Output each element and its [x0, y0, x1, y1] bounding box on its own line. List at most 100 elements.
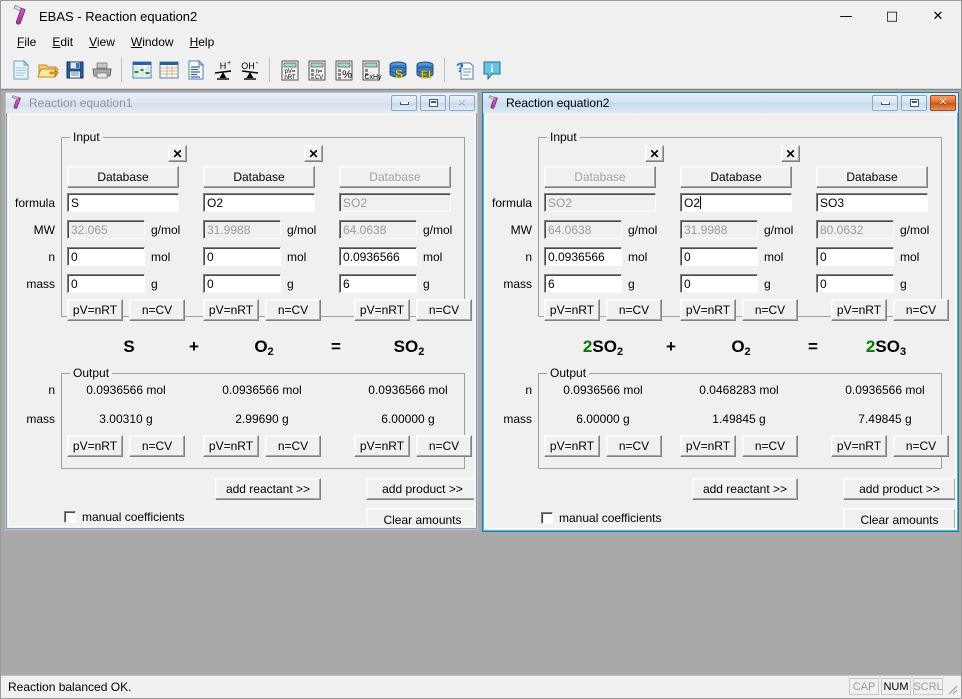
help-button[interactable]: ?: [451, 56, 478, 84]
n-cv-button-out-2-1[interactable]: n=CV: [606, 435, 662, 457]
database-button-1-2[interactable]: Database: [203, 166, 315, 188]
percent-button[interactable]: %: [330, 56, 357, 84]
clear-amounts-button-1[interactable]: Clear amounts: [366, 508, 475, 527]
pv-nrt-button[interactable]: pV= nRT: [276, 56, 303, 84]
child-close-button-2[interactable]: ✕: [930, 95, 956, 111]
n-cv-button-out-1-3[interactable]: n=CV: [416, 435, 472, 457]
clear-column-button-2-1[interactable]: ✕: [645, 145, 664, 162]
n-cv-button-out-2-2[interactable]: n=CV: [742, 435, 798, 457]
n-cv-button-in-1-1[interactable]: n=CV: [129, 299, 185, 321]
formula-input-1-3[interactable]: SO2: [339, 193, 451, 212]
n-cv-button-in-2-2[interactable]: n=CV: [742, 299, 798, 321]
add-reactant-button-2[interactable]: add reactant >>: [692, 478, 798, 500]
pv-nrt-button-in-2-1[interactable]: pV=nRT: [544, 299, 600, 321]
mass-row-label-2: mass: [486, 277, 532, 291]
open-file-button[interactable]: [34, 56, 61, 84]
about-button[interactable]: i: [478, 56, 505, 84]
menu-file[interactable]: File: [9, 33, 44, 51]
n-cv-button-in-2-1[interactable]: n=CV: [606, 299, 662, 321]
database-button-2-2[interactable]: Database: [680, 166, 792, 188]
pv-nrt-button-in-1-3[interactable]: pV=nRT: [354, 299, 410, 321]
mdi-window-reaction-equation-2[interactable]: Reaction equation2 ✕ Input ✕ ✕ Database …: [482, 92, 959, 532]
minimize-button[interactable]: —: [823, 1, 869, 31]
ph-base-button[interactable]: OH -: [236, 56, 263, 84]
clear-column-button-1-1[interactable]: ✕: [168, 145, 187, 162]
mdi-window-reaction-equation-1[interactable]: Reaction equation1 ✕ Input ✕ ✕ Database …: [5, 92, 478, 530]
child-close-button-1[interactable]: ✕: [449, 95, 475, 111]
menu-view[interactable]: View: [81, 33, 123, 51]
cxhy-button[interactable]: CxHy: [357, 56, 384, 84]
formula-input-2-2[interactable]: O2: [680, 193, 792, 212]
add-product-button-1[interactable]: add product >>: [366, 478, 475, 500]
minimize-icon: —: [840, 10, 853, 23]
mass-input-1-3[interactable]: 6: [339, 274, 417, 293]
pv-nrt-button-out-2-3[interactable]: pV=nRT: [831, 435, 887, 457]
child-title-bar-1[interactable]: Reaction equation1 ✕: [6, 93, 477, 113]
menu-help[interactable]: Help: [182, 33, 223, 51]
print-button[interactable]: [88, 56, 115, 84]
menu-window[interactable]: Window: [123, 33, 182, 51]
pv-nrt-button-out-1-3[interactable]: pV=nRT: [354, 435, 410, 457]
close-button[interactable]: ✕: [915, 1, 961, 31]
n-input-1-1[interactable]: 0: [67, 247, 145, 266]
mass-input-2-3[interactable]: 0: [816, 274, 894, 293]
formula-input-2-1[interactable]: SO2: [544, 193, 656, 212]
n-input-1-3[interactable]: 0.0936566: [339, 247, 417, 266]
output-n-1-3: 0.0936566 mol: [349, 383, 467, 397]
add-product-button-2[interactable]: add product >>: [843, 478, 956, 500]
add-reactant-button-1[interactable]: add reactant >>: [215, 478, 321, 500]
n-cv-button-in-1-3[interactable]: n=CV: [416, 299, 472, 321]
spreadsheet-green-button[interactable]: [128, 56, 155, 84]
pv-nrt-button-out-1-2[interactable]: pV=nRT: [203, 435, 259, 457]
formula-input-1-1[interactable]: S: [67, 193, 179, 212]
output-n-2-1: 0.0936566 mol: [544, 383, 662, 397]
mass-input-2-1[interactable]: 6: [544, 274, 622, 293]
clear-amounts-button-2[interactable]: Clear amounts: [843, 508, 956, 529]
maximize-button[interactable]: □: [869, 1, 915, 31]
manual-coefficients-checkbox-2[interactable]: manual coefficients: [541, 511, 662, 525]
child-minimize-button-2[interactable]: [872, 95, 898, 111]
pv-nrt-button-in-1-2[interactable]: pV=nRT: [203, 299, 259, 321]
n-cv-button-out-1-1[interactable]: n=CV: [129, 435, 185, 457]
spreadsheet-green-icon: [131, 59, 153, 81]
save-button[interactable]: [61, 56, 88, 84]
clear-column-button-1-2[interactable]: ✕: [304, 145, 323, 162]
formula-input-1-2[interactable]: O2: [203, 193, 315, 212]
resize-grip-icon[interactable]: [945, 682, 959, 696]
database-button-1-1[interactable]: Database: [67, 166, 179, 188]
pv-nrt-button-in-1-1[interactable]: pV=nRT: [67, 299, 123, 321]
database-button-2-3[interactable]: Database: [816, 166, 928, 188]
n-cv-button-in-2-3[interactable]: n=CV: [893, 299, 949, 321]
n-cv-button-in-1-2[interactable]: n=CV: [265, 299, 321, 321]
clear-column-button-2-2[interactable]: ✕: [781, 145, 800, 162]
n-cv-button[interactable]: n= CV: [303, 56, 330, 84]
spreadsheet-button[interactable]: [155, 56, 182, 84]
n-input-2-3[interactable]: 0: [816, 247, 894, 266]
ph-acid-button[interactable]: H +: [209, 56, 236, 84]
database-ei-button[interactable]: EI: [411, 56, 438, 84]
pv-nrt-button-out-1-1[interactable]: pV=nRT: [67, 435, 123, 457]
pv-nrt-button-in-2-3[interactable]: pV=nRT: [831, 299, 887, 321]
output-mass-2-2: 1.49845 g: [680, 412, 798, 426]
child-minimize-button-1[interactable]: [391, 95, 417, 111]
mass-input-1-1[interactable]: 0: [67, 274, 145, 293]
n-cv-button-out-1-2[interactable]: n=CV: [265, 435, 321, 457]
pv-nrt-button-in-2-2[interactable]: pV=nRT: [680, 299, 736, 321]
new-document-button[interactable]: [7, 56, 34, 84]
n-cv-button-out-2-3[interactable]: n=CV: [893, 435, 949, 457]
n-input-1-2[interactable]: 0: [203, 247, 281, 266]
manual-coefficients-checkbox-1[interactable]: manual coefficients: [64, 510, 185, 524]
formula-input-2-3[interactable]: SO3: [816, 193, 928, 212]
mass-input-2-2[interactable]: 0: [680, 274, 758, 293]
child-title-bar-2[interactable]: Reaction equation2 ✕: [483, 93, 958, 113]
database-s-button[interactable]: S: [384, 56, 411, 84]
child-restore-button-2[interactable]: [901, 95, 927, 111]
n-input-2-1[interactable]: 0.0936566: [544, 247, 622, 266]
report-button[interactable]: [182, 56, 209, 84]
pv-nrt-button-out-2-2[interactable]: pV=nRT: [680, 435, 736, 457]
pv-nrt-button-out-2-1[interactable]: pV=nRT: [544, 435, 600, 457]
menu-edit[interactable]: Edit: [44, 33, 81, 51]
n-input-2-2[interactable]: 0: [680, 247, 758, 266]
mass-input-1-2[interactable]: 0: [203, 274, 281, 293]
child-restore-button-1[interactable]: [420, 95, 446, 111]
